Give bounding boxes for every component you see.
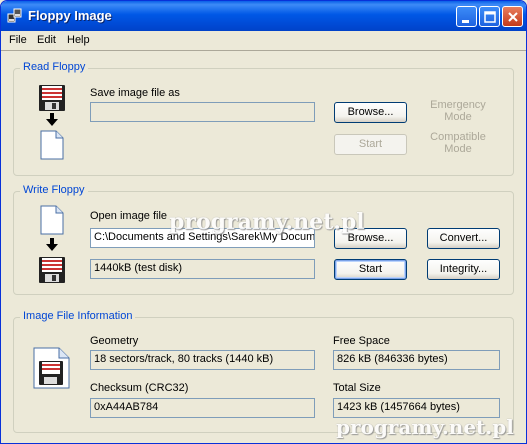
menu-help[interactable]: Help (67, 34, 90, 46)
read-floppy-label: Read Floppy (20, 61, 89, 73)
close-icon (508, 12, 518, 22)
image-file-icon (33, 347, 70, 389)
save-image-field[interactable] (90, 102, 315, 122)
geometry-field: 18 sectors/track, 80 tracks (1440 kB) (90, 350, 315, 370)
floppy-disk-icon (39, 85, 65, 111)
minimize-icon (462, 20, 469, 23)
checksum-field: 0xA44AB784 (90, 398, 315, 418)
menu-divider (1, 50, 526, 51)
watermark-center: programy.net.pl (169, 209, 365, 235)
read-browse-button[interactable]: Browse... (334, 102, 407, 123)
title-bar[interactable]: Floppy Image (1, 1, 526, 31)
menu-edit[interactable]: Edit (37, 34, 56, 46)
menu-file[interactable]: File (9, 34, 27, 46)
image-info-label: Image File Information (20, 310, 136, 322)
window-title: Floppy Image (28, 8, 112, 23)
checksum-label: Checksum (CRC32) (90, 382, 189, 394)
free-space-field: 826 kB (846336 bytes) (333, 350, 500, 370)
document-icon (40, 205, 64, 235)
total-size-label: Total Size (333, 382, 381, 394)
integrity-button[interactable]: Integrity... (427, 259, 500, 280)
save-image-label: Save image file as (90, 87, 180, 99)
disk-field: 1440kB (test disk) (90, 259, 315, 279)
emergency-mode-option[interactable]: Emergency Mode (423, 99, 493, 123)
close-button[interactable] (502, 6, 523, 27)
maximize-icon (484, 11, 496, 23)
document-icon (40, 130, 64, 160)
menu-bar: File Edit Help (1, 31, 526, 50)
minimize-button[interactable] (456, 6, 477, 27)
write-start-button[interactable]: Start (334, 259, 407, 280)
app-icon (7, 8, 22, 23)
convert-button[interactable]: Convert... (427, 228, 500, 249)
geometry-label: Geometry (90, 335, 139, 347)
open-image-label: Open image file (90, 210, 168, 222)
write-floppy-label: Write Floppy (20, 184, 88, 196)
free-space-label: Free Space (333, 335, 390, 347)
arrow-down-icon (46, 238, 58, 251)
floppy-disk-icon (39, 257, 65, 283)
watermark-corner: programy.net.pl (336, 415, 514, 439)
arrow-down-icon (46, 113, 58, 126)
read-start-button[interactable]: Start (334, 134, 407, 155)
maximize-button[interactable] (479, 6, 500, 27)
compatible-mode-option[interactable]: Compatible Mode (423, 131, 493, 155)
floppy-image-window: Floppy Image File Edit Help Read Floppy … (0, 0, 527, 444)
